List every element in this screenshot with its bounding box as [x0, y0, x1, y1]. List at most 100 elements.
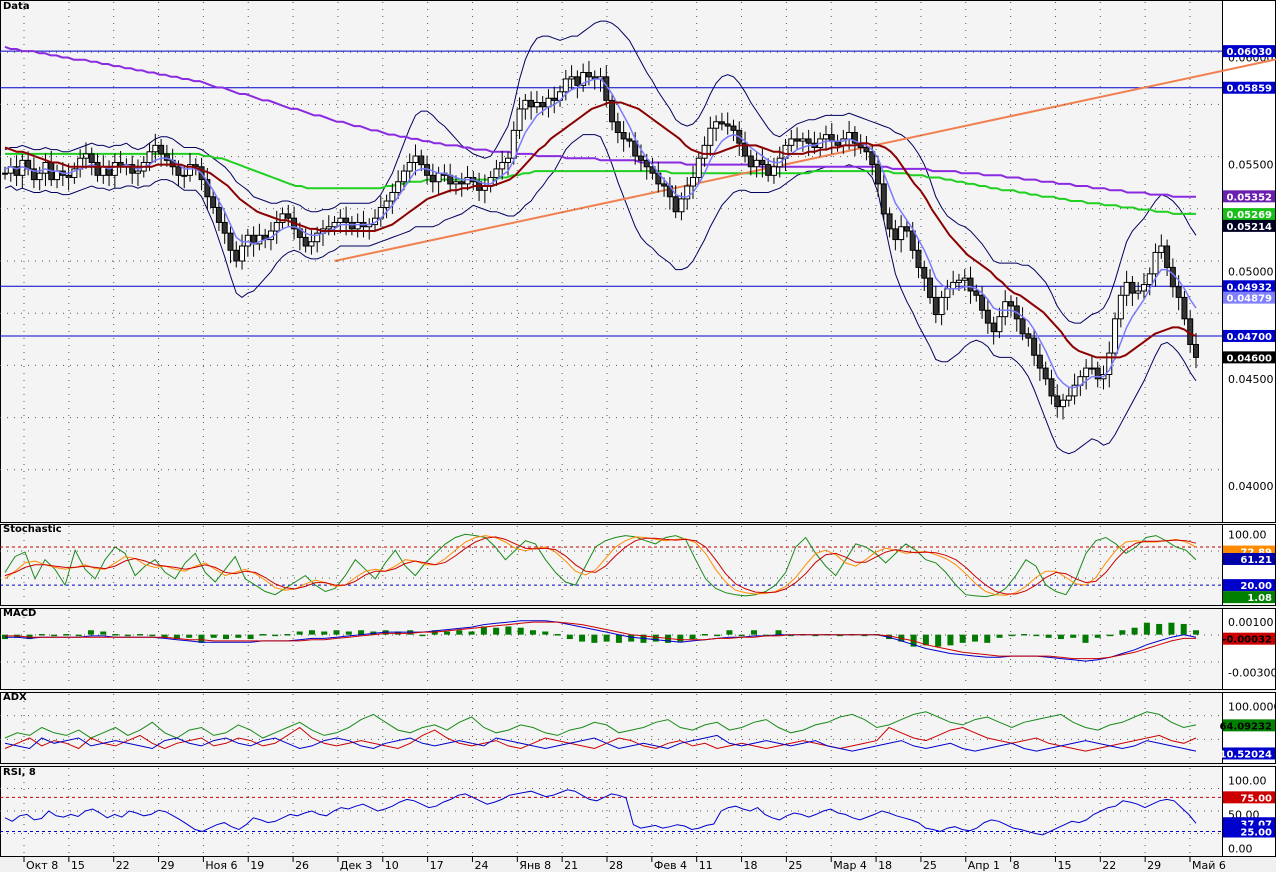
candle-body — [944, 288, 951, 298]
candle-body — [955, 279, 962, 283]
candle-body — [938, 296, 945, 316]
pane-title-macd: MACD — [3, 608, 36, 619]
candle-body — [822, 134, 829, 140]
x-axis-label: 24 — [474, 859, 488, 872]
candle-body — [551, 97, 558, 101]
candle-body — [909, 230, 916, 251]
macd-histogram-bar — [321, 631, 328, 635]
candle-body — [1019, 318, 1026, 335]
macd-histogram-bar — [971, 634, 978, 642]
macd-histogram-bar — [444, 631, 451, 635]
x-axis-label: 25 — [923, 859, 937, 872]
macd-histogram-bar — [456, 630, 463, 635]
x-axis-strip — [0, 857, 1276, 872]
candle-body — [175, 166, 182, 176]
candle-body — [528, 99, 535, 108]
macd-histogram-bar — [210, 634, 217, 638]
candle-body — [1088, 367, 1095, 370]
candle-body — [1146, 273, 1153, 286]
macd-histogram-bar — [1057, 634, 1064, 640]
x-axis-label: 11 — [699, 859, 713, 872]
candle-body — [383, 200, 390, 208]
candle-body — [210, 196, 217, 208]
candle-body — [915, 249, 922, 268]
macd-histogram-bar — [701, 634, 708, 636]
macd-histogram-bar — [714, 634, 721, 637]
candle-body — [961, 277, 968, 281]
candle-body — [354, 221, 361, 230]
x-axis-label: 8 — [1013, 859, 1020, 872]
candle-body — [713, 121, 720, 129]
macd-histogram-bar — [87, 630, 94, 635]
macd-histogram-bar — [615, 634, 622, 643]
macd-histogram-bar — [1119, 630, 1126, 635]
macd-histogram-bar — [726, 630, 733, 635]
candle-body — [406, 161, 413, 172]
macd-histogram-bar — [1107, 634, 1114, 637]
trading-chart: 0.060000.055000.050000.045000.040000.060… — [0, 0, 1276, 872]
candle-body — [516, 108, 523, 131]
macd-histogram-bar — [468, 631, 475, 635]
macd-histogram-bar — [345, 631, 352, 635]
candle-body — [458, 181, 465, 185]
candle-body — [990, 322, 997, 333]
candle-body — [695, 157, 702, 178]
candle-body — [626, 138, 633, 142]
macd-histogram-bar — [1008, 634, 1015, 637]
candle-body — [585, 72, 592, 78]
candle-body — [770, 166, 777, 176]
candle-body — [400, 170, 407, 183]
candle-body — [337, 217, 344, 223]
candle-body — [788, 138, 795, 146]
price-tag: 0.05352 — [1226, 192, 1272, 203]
x-axis-label: 18 — [744, 859, 758, 872]
adx-axis-label: 100.00000 — [1228, 701, 1276, 714]
candle-body — [308, 241, 315, 247]
macd-histogram-bar — [63, 634, 70, 636]
macd-histogram-bar — [1131, 627, 1138, 635]
rsi-tag: 25.00 — [1240, 828, 1272, 839]
candle-body — [464, 176, 471, 185]
candle-body — [892, 228, 899, 241]
candle-body — [348, 221, 355, 230]
candle-body — [1031, 337, 1038, 356]
candle-body — [533, 102, 540, 108]
candle-body — [302, 236, 309, 247]
price-tag: 0.05214 — [1226, 222, 1272, 233]
candle-body — [701, 144, 708, 159]
candle-body — [568, 76, 575, 80]
macd-histogram-bar — [1082, 634, 1089, 643]
x-axis-label: Янв 8 — [519, 859, 551, 872]
candle-body — [285, 213, 292, 219]
macd-histogram-bar — [112, 634, 119, 636]
candle-body — [158, 144, 165, 155]
macd-histogram-bar — [738, 634, 745, 637]
x-axis-label: 19 — [250, 859, 264, 872]
candle-body — [805, 138, 812, 144]
candle-body — [146, 151, 153, 163]
macd-histogram-bar — [493, 627, 500, 635]
pane-title-stochastic: Stochastic — [3, 524, 62, 535]
macd-histogram-bar — [579, 634, 586, 642]
candle-body — [932, 296, 939, 316]
candle-body — [111, 161, 118, 176]
candle-body — [418, 155, 425, 166]
candle-body — [898, 226, 905, 241]
candle-body — [643, 159, 650, 168]
candle-body — [181, 174, 188, 177]
rsi-tag: 75.00 — [1240, 793, 1272, 804]
x-axis-label: 25 — [788, 859, 802, 872]
stochastic-tag: 20.00 — [1240, 581, 1272, 592]
pane-title-rsi: RSI, 8 — [3, 767, 36, 778]
x-axis-label: 26 — [295, 859, 309, 872]
candle-body — [927, 277, 934, 298]
candle-body — [331, 221, 338, 228]
macd-histogram-bar — [38, 634, 45, 636]
x-axis-label: 15 — [71, 859, 85, 872]
macd-histogram-bar — [947, 634, 954, 646]
x-axis-label: 18 — [878, 859, 892, 872]
x-axis-label: 29 — [1147, 859, 1161, 872]
candle-body — [562, 78, 569, 93]
macd-histogram-bar — [542, 631, 549, 635]
candle-body — [1164, 245, 1171, 268]
